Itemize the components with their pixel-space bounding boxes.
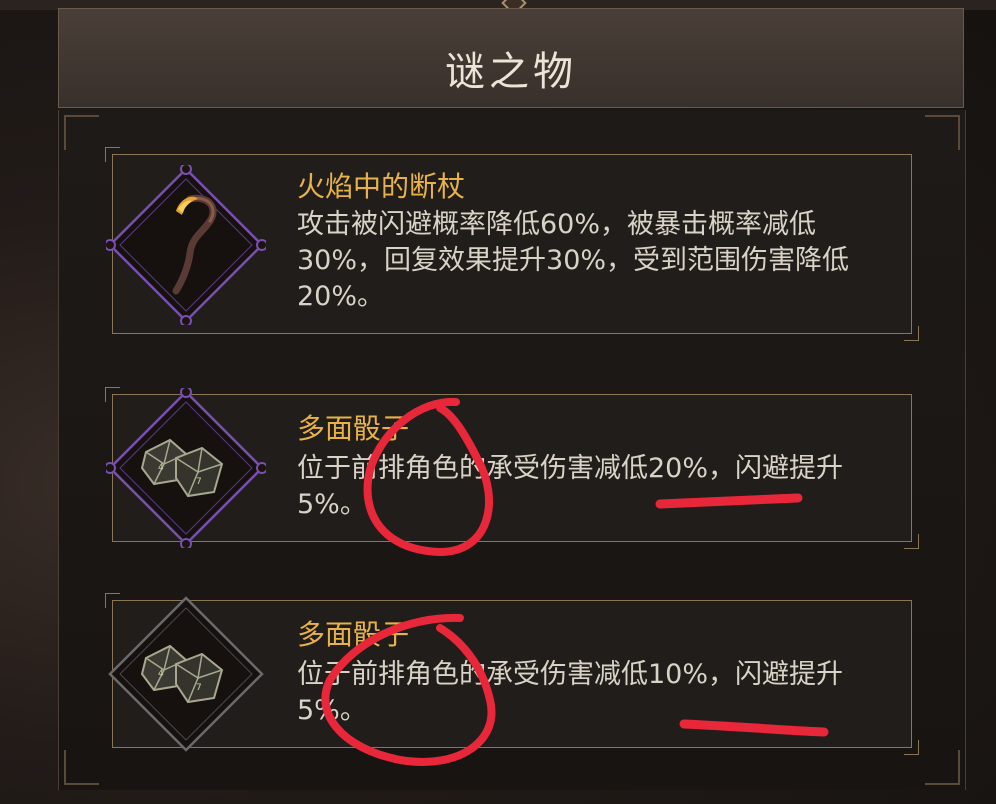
item-description: 位于前排角色的承受伤害减低20%，闪避提升5%。: [297, 453, 844, 520]
svg-text:7: 7: [196, 477, 202, 487]
item-description: 攻击被闪避概率降低60%，被暴击概率减低30%，回复效果提升30%，受到范围伤害…: [297, 209, 850, 312]
svg-text:4: 4: [158, 463, 164, 473]
panel-header: 谜之物: [58, 8, 964, 108]
item-name: 火焰中的断杖: [297, 170, 466, 203]
item-icon-frame: 4 7: [106, 388, 266, 548]
svg-text:7: 7: [196, 683, 202, 693]
item-name: 多面骰子: [297, 412, 410, 445]
item-description: 位于前排角色的承受伤害减低10%，闪避提升5%。: [297, 659, 844, 726]
item-name: 多面骰子: [297, 618, 410, 651]
item-icon-frame: 4 7: [108, 596, 264, 752]
item-icon-frame: [106, 165, 266, 325]
svg-text:4: 4: [158, 669, 164, 679]
page-title: 谜之物: [445, 49, 577, 95]
game-screen: 谜之物 火焰中的断杖 攻击被闪避概率降低60%，被暴击概率减低30%，回复效果提…: [0, 0, 996, 804]
